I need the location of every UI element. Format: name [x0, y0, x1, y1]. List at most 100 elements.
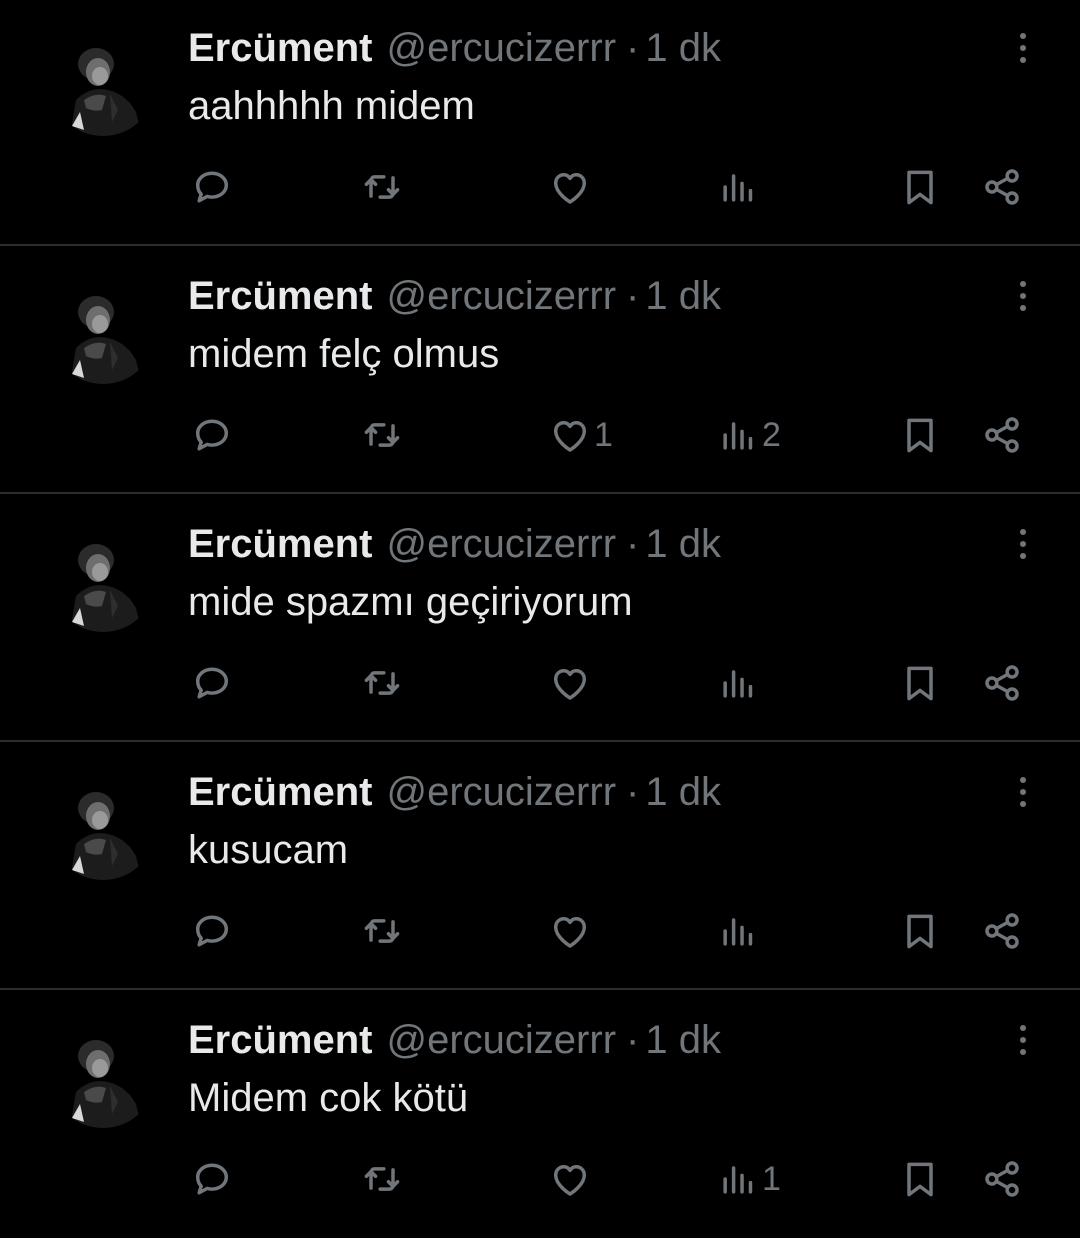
views-bar-chart-icon: [723, 1166, 753, 1194]
tweet-text: Midem cok kötü: [188, 1076, 469, 1120]
avatar[interactable]: [50, 1022, 156, 1128]
avatar[interactable]: [50, 774, 156, 880]
reply-button[interactable]: [190, 904, 236, 958]
heart-icon: [553, 420, 587, 452]
share-icon: [985, 665, 1019, 701]
avatar-photo-icon: [50, 774, 156, 880]
tweet-header: Ercüment @ercucizerrr · 1 dk: [188, 518, 721, 570]
bookmark-button[interactable]: [898, 408, 942, 462]
separator-dot: ·: [626, 274, 640, 318]
reply-bubble-icon: [195, 419, 229, 451]
bookmark-icon: [907, 914, 933, 949]
views-button[interactable]: [716, 904, 762, 958]
tweet-timestamp[interactable]: 1 dk: [645, 22, 721, 74]
bookmark-button[interactable]: [898, 656, 942, 710]
tweet-timestamp[interactable]: 1 dk: [645, 766, 721, 818]
more-options-button[interactable]: [1006, 768, 1040, 816]
retweet-button[interactable]: [360, 904, 406, 958]
author-handle[interactable]: @ercucizerrr: [387, 1014, 617, 1066]
tweet[interactable]: Ercüment @ercucizerrr · 1 dk aahhhhh mid…: [0, 0, 1080, 246]
tweet[interactable]: Ercüment @ercucizerrr · 1 dk midem felç …: [0, 248, 1080, 494]
tweet-divider: [0, 740, 1080, 742]
share-icon: [985, 1161, 1019, 1197]
heart-icon: [553, 172, 587, 204]
bookmark-icon: [907, 170, 933, 205]
more-options-button[interactable]: [1006, 24, 1040, 72]
tweet-timestamp[interactable]: 1 dk: [645, 1014, 721, 1066]
views-bar-chart-icon: [723, 174, 753, 202]
tweet-header: Ercüment @ercucizerrr · 1 dk: [188, 22, 721, 74]
tweet-text: kusucam: [188, 828, 349, 872]
tweet-timestamp[interactable]: 1 dk: [645, 270, 721, 322]
bookmark-button[interactable]: [898, 160, 942, 214]
bookmark-icon: [907, 666, 933, 701]
retweet-button[interactable]: [360, 408, 406, 462]
views-button[interactable]: [716, 656, 762, 710]
author-name[interactable]: Ercüment: [188, 518, 373, 570]
tweet[interactable]: Ercüment @ercucizerrr · 1 dk mide spazmı…: [0, 496, 1080, 742]
share-button[interactable]: [980, 408, 1024, 462]
like-button[interactable]: [548, 1152, 594, 1206]
like-button[interactable]: [548, 160, 594, 214]
author-name[interactable]: Ercüment: [188, 270, 373, 322]
avatar[interactable]: [50, 278, 156, 384]
bookmark-icon: [907, 418, 933, 453]
bookmark-button[interactable]: [898, 1152, 942, 1206]
tweet-timestamp[interactable]: 1 dk: [645, 518, 721, 570]
more-vertical-icon: [1020, 33, 1026, 39]
retweet-button[interactable]: [360, 160, 406, 214]
avatar[interactable]: [50, 526, 156, 632]
tweet-actions: [0, 904, 1080, 958]
tweet-text: aahhhhh midem: [188, 84, 475, 128]
more-options-button[interactable]: [1006, 520, 1040, 568]
more-vertical-icon: [1020, 529, 1026, 535]
heart-icon: [553, 668, 587, 700]
more-vertical-icon: [1020, 777, 1026, 783]
retweet-icon: [364, 175, 400, 199]
avatar-photo-icon: [50, 1022, 156, 1128]
share-icon: [985, 169, 1019, 205]
retweet-button[interactable]: [360, 1152, 406, 1206]
views-bar-chart-icon: [723, 918, 753, 946]
reply-button[interactable]: [190, 656, 236, 710]
view-count: 2: [762, 416, 781, 454]
author-name[interactable]: Ercüment: [188, 22, 373, 74]
separator-dot: ·: [626, 1018, 640, 1062]
like-button[interactable]: 1: [548, 408, 613, 462]
bookmark-icon: [907, 1162, 933, 1197]
author-name[interactable]: Ercüment: [188, 1014, 373, 1066]
share-button[interactable]: [980, 656, 1024, 710]
author-handle[interactable]: @ercucizerrr: [387, 22, 617, 74]
author-handle[interactable]: @ercucizerrr: [387, 518, 617, 570]
bookmark-button[interactable]: [898, 904, 942, 958]
reply-button[interactable]: [190, 408, 236, 462]
share-icon: [985, 913, 1019, 949]
tweet[interactable]: Ercüment @ercucizerrr · 1 dk kusucam: [0, 744, 1080, 990]
avatar[interactable]: [50, 30, 156, 136]
more-vertical-icon: [1020, 1025, 1026, 1031]
like-button[interactable]: [548, 904, 594, 958]
reply-button[interactable]: [190, 160, 236, 214]
retweet-icon: [364, 423, 400, 447]
views-button[interactable]: 2: [716, 408, 781, 462]
heart-icon: [553, 1164, 587, 1196]
more-options-button[interactable]: [1006, 1016, 1040, 1064]
like-button[interactable]: [548, 656, 594, 710]
author-handle[interactable]: @ercucizerrr: [387, 270, 617, 322]
share-button[interactable]: [980, 160, 1024, 214]
avatar-photo-icon: [50, 278, 156, 384]
views-button[interactable]: 1: [716, 1152, 781, 1206]
retweet-button[interactable]: [360, 656, 406, 710]
share-button[interactable]: [980, 904, 1024, 958]
reply-bubble-icon: [195, 667, 229, 699]
share-button[interactable]: [980, 1152, 1024, 1206]
tweet-divider: [0, 492, 1080, 494]
separator-dot: ·: [626, 770, 640, 814]
views-button[interactable]: [716, 160, 762, 214]
author-handle[interactable]: @ercucizerrr: [387, 766, 617, 818]
more-options-button[interactable]: [1006, 272, 1040, 320]
author-name[interactable]: Ercüment: [188, 766, 373, 818]
reply-button[interactable]: [190, 1152, 236, 1206]
avatar-photo-icon: [50, 526, 156, 632]
tweet[interactable]: Ercüment @ercucizerrr · 1 dk Midem cok k…: [0, 992, 1080, 1238]
